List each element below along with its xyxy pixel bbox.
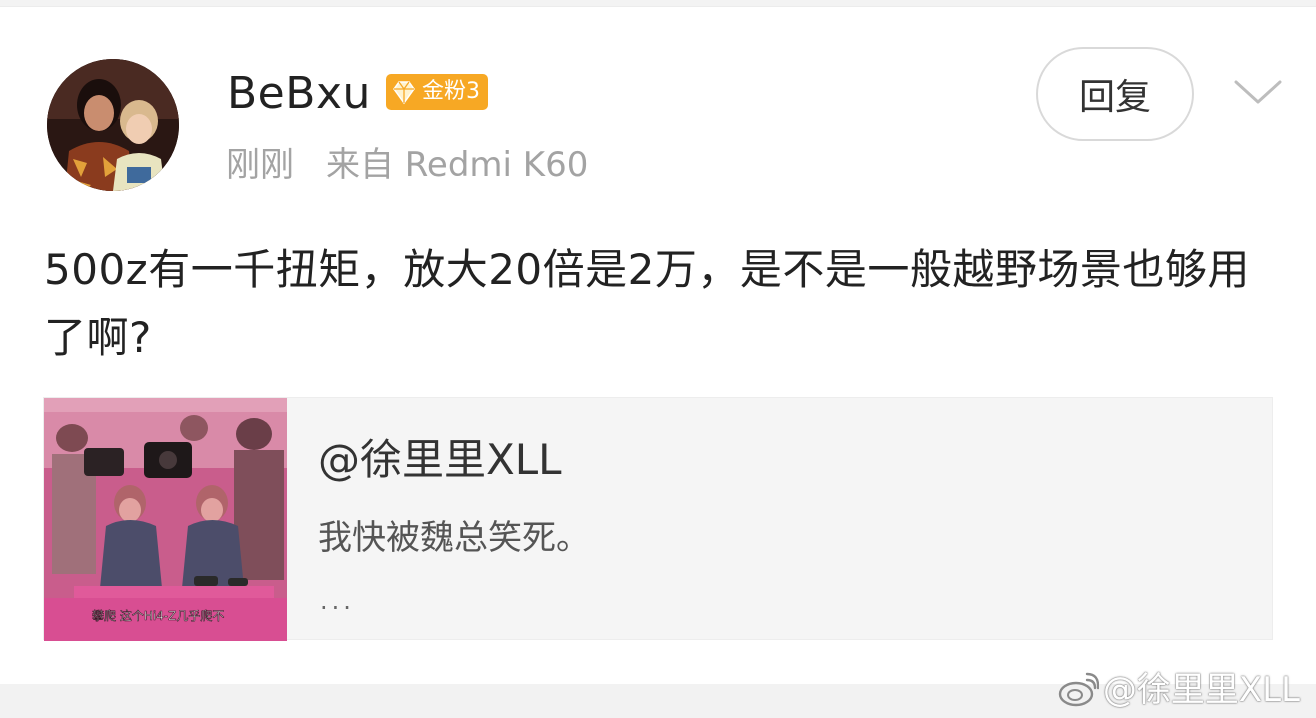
badge-label: 金粉3 <box>422 79 480 104</box>
post-meta: 刚刚 来自 Redmi K60 <box>226 142 588 188</box>
quoted-ellipsis: ... <box>320 587 355 615</box>
watermark-text: @徐里里XLL <box>1102 670 1300 710</box>
top-divider <box>0 0 1316 7</box>
avatar[interactable] <box>47 59 179 191</box>
quoted-author[interactable]: @徐里里XLL <box>318 434 562 486</box>
diamond-icon <box>390 78 418 106</box>
watermark: @徐里里XLL <box>1057 668 1300 712</box>
username[interactable]: BeBxu <box>227 66 371 122</box>
weibo-logo-icon <box>1057 672 1100 708</box>
comment-page: BeBxu 金粉3 刚刚 来自 Redmi K60 回复 500z有一千扭矩，放… <box>0 0 1316 718</box>
thumbnail-caption: 攀爬 这个Hi4-Z几乎爬不 <box>92 608 224 623</box>
quoted-post-card[interactable]: 攀爬 这个Hi4-Z几乎爬不 @徐里里XLL 我快被魏总笑死。 ... <box>43 397 1273 641</box>
post-time: 刚刚 <box>226 145 294 185</box>
quoted-text: 我快被魏总笑死。 <box>318 518 590 558</box>
post-source: 来自 Redmi K60 <box>326 145 589 185</box>
reply-button[interactable]: 回复 <box>1036 47 1194 141</box>
quoted-post-thumbnail[interactable]: 攀爬 这个Hi4-Z几乎爬不 <box>44 398 287 641</box>
chevron-down-icon[interactable] <box>1232 74 1284 110</box>
post-body: 500z有一千扭矩，放大20倍是2万，是不是一般越野场景也够用了啊? <box>44 245 1250 362</box>
fan-level-badge[interactable]: 金粉3 <box>386 74 488 110</box>
